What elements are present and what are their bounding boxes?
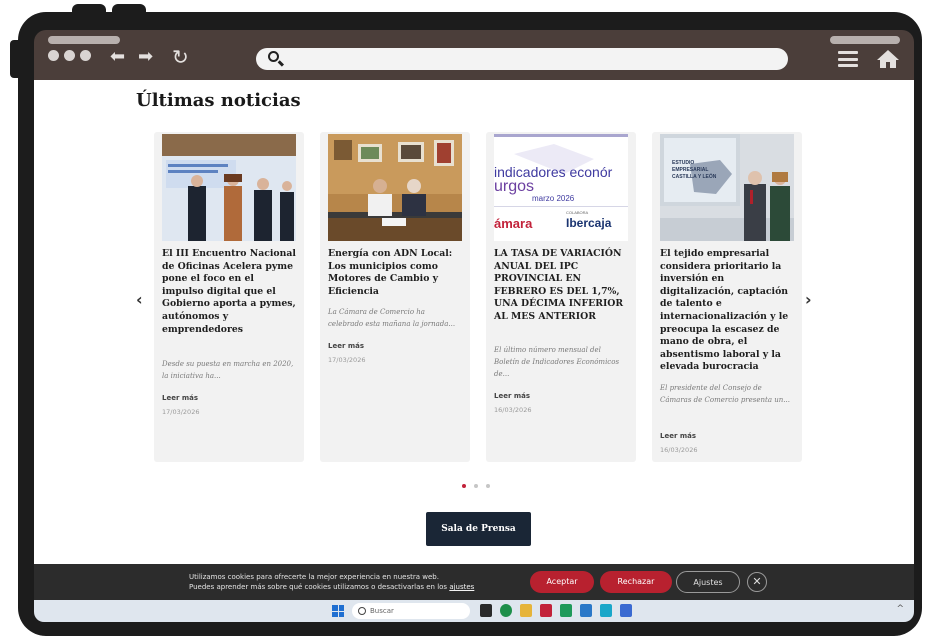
news-card-read-more[interactable]: Leer más: [162, 394, 198, 402]
news-card[interactable]: El III Encuentro Nacional de Oficinas Ac…: [154, 132, 304, 462]
frame-side-button: [10, 40, 22, 78]
carousel-pagination: [462, 484, 490, 488]
app-icon-red[interactable]: [540, 604, 552, 617]
window-controls[interactable]: [48, 50, 91, 61]
carousel-prev-arrow[interactable]: ‹: [136, 290, 143, 309]
news-card-read-more[interactable]: Leer más: [494, 392, 530, 400]
reject-cookies-button[interactable]: Rechazar: [600, 571, 672, 593]
news-card-title[interactable]: El tejido empresarial considera priorita…: [660, 248, 796, 374]
news-card-excerpt: El presidente del Consejo de Cámaras de …: [660, 384, 790, 404]
excel-icon[interactable]: [560, 604, 572, 617]
os-taskbar: Buscar ^: [34, 600, 914, 622]
news-card-excerpt: Desde su puesta en marcha en 2020, la in…: [162, 360, 294, 380]
pagination-dot[interactable]: [474, 484, 478, 488]
news-card-date: 16/03/2026: [494, 406, 532, 414]
news-card-excerpt: El último número mensual del Boletín de …: [494, 346, 620, 378]
close-icon[interactable]: ✕: [747, 572, 767, 592]
search-icon: [268, 51, 279, 62]
browser-tab-right[interactable]: [830, 36, 900, 44]
news-card-date: 16/03/2026: [660, 446, 698, 454]
file-explorer-icon[interactable]: [520, 604, 532, 617]
tray-chevron-icon[interactable]: ^: [896, 604, 904, 614]
browser-tab[interactable]: [48, 36, 120, 44]
cookie-line2: Puedes aprender más sobre qué cookies ut…: [189, 582, 474, 592]
news-carousel: El III Encuentro Nacional de Oficinas Ac…: [154, 132, 804, 462]
accept-cookies-button[interactable]: Aceptar: [530, 571, 594, 593]
news-card-title[interactable]: LA TASA DE VARIACIÓN ANUAL DEL IPC PROVI…: [494, 248, 630, 324]
news-card[interactable]: indicadores econór urgos marzo 2026 ámar…: [486, 132, 636, 462]
reload-icon[interactable]: ↻: [172, 47, 189, 67]
address-bar-icon-holder: [256, 48, 788, 70]
ibercaja-collab-label: COLABORA: [566, 210, 589, 215]
task-view-icon[interactable]: [480, 604, 492, 617]
frame-tab-right: [112, 4, 146, 18]
news-card-read-more[interactable]: Leer más: [660, 432, 696, 440]
cookie-settings-button[interactable]: Ajustes: [676, 571, 740, 593]
press-room-button[interactable]: Sala de Prensa: [426, 512, 531, 546]
browser-icon[interactable]: [500, 604, 512, 617]
app-icon-store[interactable]: [620, 604, 632, 617]
image-caption-line2: urgos: [494, 178, 535, 195]
news-card-image[interactable]: indicadores econór urgos marzo 2026 ámar…: [494, 134, 628, 241]
screen-text-3: CASTILLA Y LEÓN: [672, 174, 717, 180]
camara-logo: ámara: [494, 216, 533, 231]
news-card-title[interactable]: El III Encuentro Nacional de Oficinas Ac…: [162, 248, 298, 336]
app-icon-cyan[interactable]: [600, 604, 612, 617]
pagination-dot-active[interactable]: [462, 484, 466, 488]
cookie-line1: Utilizamos cookies para ofrecerte la mej…: [189, 573, 439, 581]
browser-toolbar: ⬅ ➡ ↻: [34, 30, 914, 80]
section-title: Últimas noticias: [136, 90, 301, 111]
screen-text-2: EMPRESARIAL: [672, 167, 709, 173]
news-card-image[interactable]: [328, 134, 462, 241]
ibercaja-logo: Ibercaja: [566, 216, 612, 230]
news-card[interactable]: Energía con ADN Local: Los municipios co…: [320, 132, 470, 462]
app-icon-blue[interactable]: [580, 604, 592, 617]
image-caption-line3: marzo 2026: [532, 194, 575, 203]
forward-arrow-icon[interactable]: ➡: [138, 48, 153, 66]
taskbar-search-input[interactable]: Buscar: [352, 603, 470, 619]
pagination-dot[interactable]: [486, 484, 490, 488]
carousel-next-arrow[interactable]: ›: [805, 290, 812, 309]
cookie-message: Utilizamos cookies para ofrecerte la mej…: [189, 572, 474, 592]
home-icon[interactable]: [876, 49, 900, 69]
news-card-read-more[interactable]: Leer más: [328, 342, 364, 350]
windows-start-icon[interactable]: [332, 605, 344, 617]
news-card-date: 17/03/2026: [162, 408, 200, 416]
frame-tab-left: [72, 4, 106, 18]
hamburger-menu-icon[interactable]: [838, 51, 858, 67]
cookie-settings-link[interactable]: ajustes: [449, 583, 474, 591]
news-card-image[interactable]: [162, 134, 296, 241]
page-viewport: Últimas noticias ‹ › El III Encuentro Na…: [34, 80, 914, 564]
news-card[interactable]: ESTUDIO EMPRESARIAL CASTILLA Y LEÓN El t…: [652, 132, 802, 462]
cookie-banner: Utilizamos cookies para ofrecerte la mej…: [34, 564, 914, 600]
screen-text-1: ESTUDIO: [672, 160, 695, 166]
cookie-line2-text: Puedes aprender más sobre qué cookies ut…: [189, 583, 448, 591]
back-arrow-icon[interactable]: ⬅: [110, 48, 125, 66]
news-card-date: 17/03/2026: [328, 356, 366, 364]
news-card-excerpt: La Cámara de Comercio ha celebrado esta …: [328, 308, 456, 328]
news-card-title[interactable]: Energía con ADN Local: Los municipios co…: [328, 248, 464, 298]
news-card-image[interactable]: ESTUDIO EMPRESARIAL CASTILLA Y LEÓN: [660, 134, 794, 241]
